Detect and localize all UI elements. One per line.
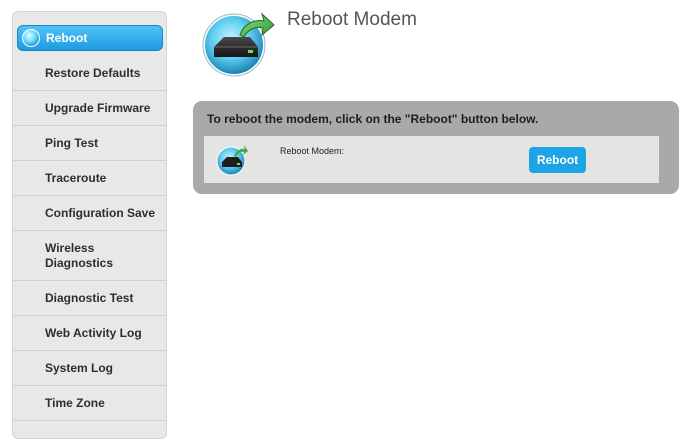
sidebar-item-wireless-diagnostics[interactable]: Wireless Diagnostics	[13, 231, 166, 281]
sidebar-item-label: Traceroute	[45, 170, 107, 185]
sidebar-item-traceroute[interactable]: Traceroute	[13, 161, 166, 196]
sidebar-item-restore-defaults[interactable]: Restore Defaults	[13, 56, 166, 91]
sidebar-item-label: Configuration Save	[45, 205, 156, 220]
active-indicator-icon	[22, 29, 40, 47]
sidebar-item-label: Upgrade Firmware	[45, 100, 151, 115]
modem-reboot-icon	[216, 144, 248, 176]
sidebar-item-label: System Log	[45, 360, 114, 375]
page-title: Reboot Modem	[287, 9, 417, 30]
sidebar-item-label: Web Activity Log	[45, 325, 142, 340]
sidebar-item-label: Time Zone	[45, 395, 105, 410]
sidebar-item-system-log[interactable]: System Log	[13, 351, 166, 386]
instruction-text: To reboot the modem, click on the "Reboo…	[207, 112, 539, 126]
sidebar-item-label: Restore Defaults	[45, 65, 141, 80]
sidebar-item-label: Diagnostic Test	[45, 290, 134, 305]
sidebar-item-diagnostic-test[interactable]: Diagnostic Test	[13, 281, 166, 316]
sidebar-item-reboot[interactable]: Reboot	[17, 25, 163, 51]
modem-reboot-icon	[200, 11, 276, 77]
reboot-modem-label: Reboot Modem:	[280, 146, 345, 156]
sidebar-item-time-zone[interactable]: Time Zone	[13, 386, 166, 421]
sidebar-item-ping-test[interactable]: Ping Test	[13, 126, 166, 161]
sidebar-item-web-activity-log[interactable]: Web Activity Log	[13, 316, 166, 351]
sidebar-item-label: Reboot	[46, 30, 88, 45]
reboot-row: Reboot Modem: Reboot	[204, 136, 659, 183]
sidebar-item-label: Ping Test	[45, 135, 99, 150]
sidebar-item-upgrade-firmware[interactable]: Upgrade Firmware	[13, 91, 166, 126]
sidebar-item-label: Wireless Diagnostics	[45, 240, 114, 270]
sidebar-item-configuration-save[interactable]: Configuration Save	[13, 196, 166, 231]
reboot-button[interactable]: Reboot	[529, 147, 586, 173]
reboot-panel: To reboot the modem, click on the "Reboo…	[193, 101, 679, 194]
sidebar-nav: Reboot Restore Defaults Upgrade Firmware…	[12, 11, 167, 439]
